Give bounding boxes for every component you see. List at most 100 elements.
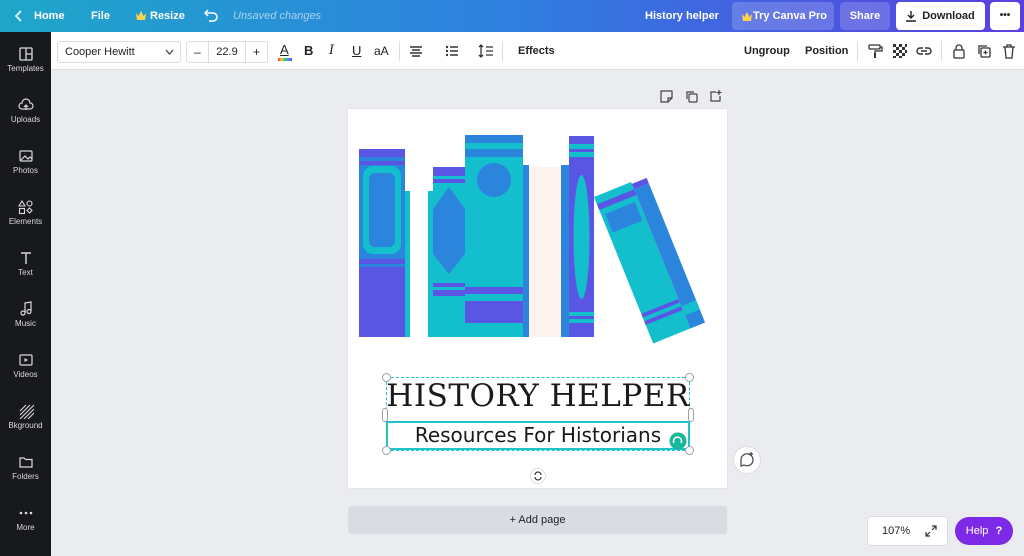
canva-editor: Home File Resize Unsaved changes History… [0,0,1024,556]
ungroup-button[interactable]: Ungroup [744,32,790,70]
top-bar: Home File Resize Unsaved changes History… [0,0,1024,32]
align-center-icon[interactable] [408,43,424,59]
sidebar-item-more[interactable]: More [0,499,51,545]
try-canva-pro-button[interactable]: Try Canva Pro [732,2,834,30]
videos-icon [18,354,33,366]
back-chevron-icon[interactable] [14,10,24,22]
toolbar-divider [399,41,400,61]
add-page-icon[interactable] [710,89,723,102]
sidebar-item-folders[interactable]: Folders [0,448,51,494]
share-button[interactable]: Share [840,2,890,30]
rotate-icon[interactable] [530,468,546,484]
background-icon [19,404,34,419]
letter-case-button[interactable]: aA [374,32,389,70]
undo-icon[interactable] [204,9,218,22]
sidebar-item-label: More [16,523,35,532]
file-menu[interactable]: File [91,0,110,32]
design-subtitle-text[interactable]: Resources For Historians [386,421,690,449]
zoom-level[interactable]: 107% [882,517,910,545]
design-title-text[interactable]: HISTORY HELPER [386,374,690,418]
bold-button[interactable]: B [304,32,313,70]
resize-handle[interactable] [685,373,694,382]
crown-icon [136,11,146,20]
underline-button[interactable]: U [352,32,361,70]
sidebar-item-elements[interactable]: Elements [0,193,51,239]
add-page-button[interactable]: + Add page [348,506,727,534]
position-button[interactable]: Position [805,32,848,70]
resize-button[interactable]: Resize [150,0,185,32]
italic-button[interactable]: I [329,32,334,70]
templates-icon [18,47,33,61]
paint-roller-icon[interactable] [867,43,883,59]
sidebar-item-label: Bkground [8,421,43,430]
sidebar-item-label: Templates [7,64,44,73]
resize-handle[interactable] [382,373,391,382]
increase-font-size-button[interactable]: + [245,42,267,62]
help-label: Help [965,525,989,537]
list-icon[interactable] [444,43,460,59]
home-button[interactable]: Home [34,0,65,32]
sidebar-item-label: Music [15,319,36,328]
sidebar-item-label: Videos [13,370,38,379]
sidebar-item-uploads[interactable]: Uploads [0,91,51,137]
uploads-icon [17,98,34,110]
design-title[interactable]: History helper [645,0,719,32]
elements-icon [17,199,33,215]
sidebar-item-label: Photos [13,166,38,175]
delete-icon[interactable] [1001,43,1017,59]
toolbar-divider [941,41,942,61]
folders-icon [18,457,33,468]
resize-handle[interactable] [382,408,388,422]
help-question-glyph: ? [995,525,1003,537]
download-button[interactable]: Download [896,2,985,30]
resize-handle[interactable] [382,446,391,455]
duplicate-page-icon[interactable] [685,90,698,103]
sidebar-item-label: Uploads [10,115,41,124]
color-rainbow-bar [278,58,292,61]
books-illustration[interactable] [348,109,727,349]
link-icon[interactable] [916,43,932,59]
book-2 [428,167,466,337]
book-5 [561,136,594,337]
book-3 [465,135,529,337]
book-4 [529,167,561,337]
sidebar-item-label: Folders [12,472,39,481]
text-icon [20,252,31,264]
sidebar-item-label: Elements [8,217,43,226]
text-toolbar: Cooper Hewitt – 22.9 + A B I U aA Effect… [51,32,1024,70]
toolbar-divider [857,41,858,61]
resize-handle[interactable] [688,408,694,422]
add-comment-icon[interactable] [733,446,761,474]
line-spacing-icon[interactable] [478,43,494,59]
font-size-input[interactable]: 22.9 [209,42,245,62]
font-family-dropdown[interactable]: Cooper Hewitt [57,41,181,63]
text-color-button[interactable]: A [277,41,293,63]
decrease-font-size-button[interactable]: – [187,42,209,62]
sidebar-item-text[interactable]: Text [0,244,51,290]
page-notes-icon[interactable] [660,90,673,103]
try-canva-pro-label: Try Canva Pro [753,10,827,22]
text-cursor-badge-icon [669,432,687,450]
book-6 [594,177,706,344]
crown-icon [742,12,752,21]
save-status: Unsaved changes [233,10,322,22]
sidebar-item-background[interactable]: Bkground [0,397,51,443]
transparency-icon[interactable] [892,43,908,59]
chevron-down-icon [165,49,174,55]
sidebar-item-videos[interactable]: Videos [0,346,51,392]
zoom-control: 107% [867,516,948,546]
effects-button[interactable]: Effects [518,32,555,70]
lock-icon[interactable] [951,43,967,59]
sidebar-item-templates[interactable]: Templates [0,40,51,86]
left-sidebar: Templates Uploads Photos Elements Text M… [0,32,51,556]
text-color-glyph: A [280,42,289,57]
sidebar-item-music[interactable]: Music [0,295,51,341]
music-icon [19,301,32,316]
fullscreen-icon[interactable] [925,525,937,537]
sidebar-item-photos[interactable]: Photos [0,142,51,188]
sidebar-item-label: Text [18,268,33,277]
duplicate-icon[interactable] [976,43,992,59]
more-options-button[interactable]: ••• [990,2,1020,30]
help-button[interactable]: Help ? [955,517,1013,545]
book-1 [359,149,410,337]
